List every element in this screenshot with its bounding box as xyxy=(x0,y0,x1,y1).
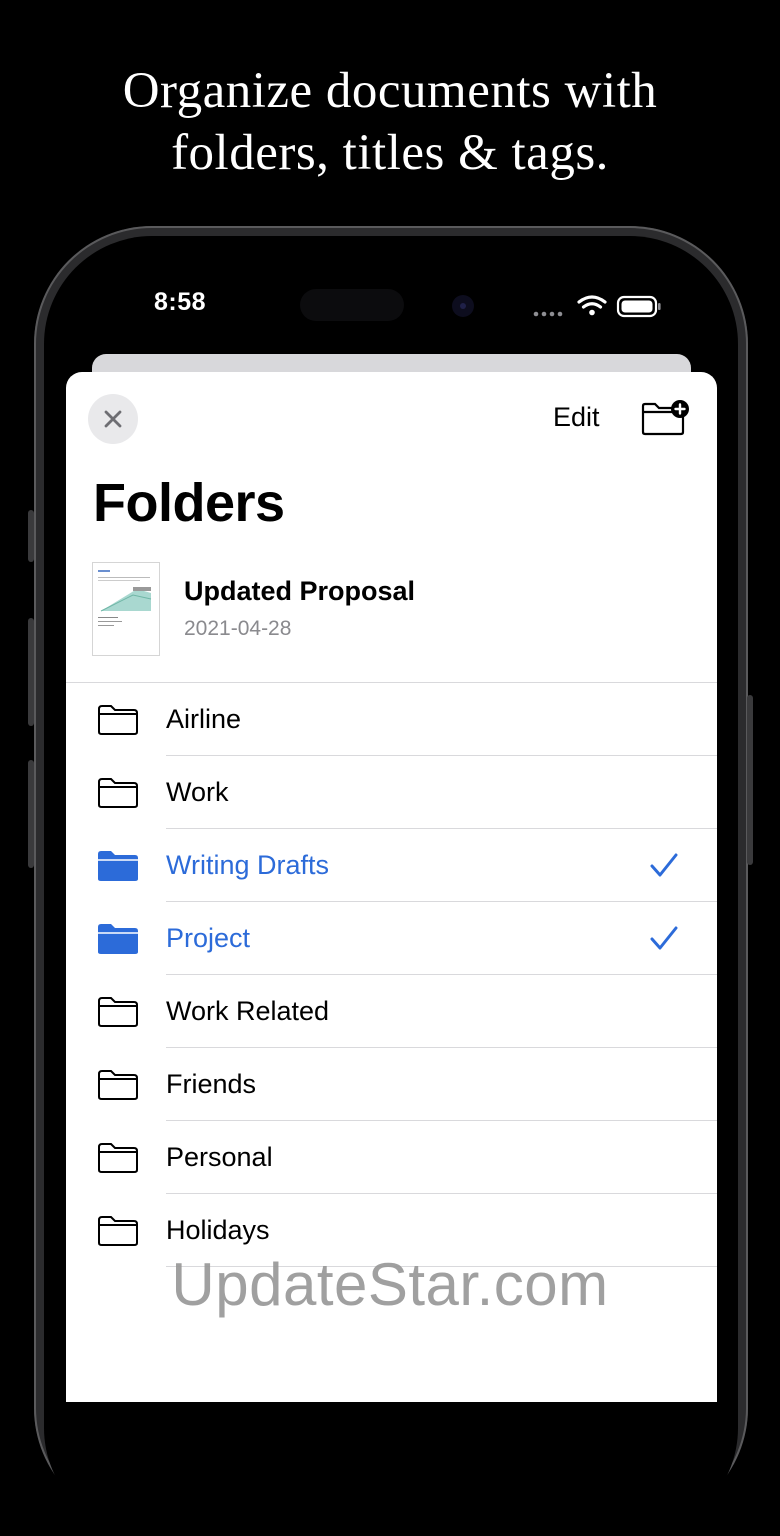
folder-label: Project xyxy=(166,923,251,953)
headline-line-1: Organize documents with xyxy=(122,63,658,119)
checkmark-icon xyxy=(650,853,678,877)
folder-label: Holidays xyxy=(166,1215,270,1245)
document-thumbnail[interactable] xyxy=(92,562,160,656)
camera-icon xyxy=(452,295,474,317)
folder-icon xyxy=(98,778,138,808)
folder-row[interactable]: Work xyxy=(66,756,717,829)
folder-label: Work xyxy=(166,777,229,807)
folder-icon xyxy=(98,997,138,1027)
folder-icon xyxy=(98,1070,138,1100)
checkmark-icon xyxy=(650,926,678,950)
folder-row[interactable]: Work Related xyxy=(66,975,717,1048)
headline-line-2: folders, titles & tags. xyxy=(171,125,609,181)
folder-row[interactable]: Project xyxy=(66,902,717,975)
folder-icon xyxy=(98,851,138,881)
document-preview-icon xyxy=(98,570,152,626)
status-time: 8:58 xyxy=(154,288,207,316)
signal-icon xyxy=(533,311,563,317)
watermark: UpdateStar.com xyxy=(171,1251,609,1318)
folder-label: Work Related xyxy=(166,996,330,1026)
page-title: Folders xyxy=(93,473,285,533)
close-button[interactable] xyxy=(88,394,138,444)
folder-label: Writing Drafts xyxy=(166,850,330,880)
folder-row[interactable]: Personal xyxy=(66,1121,717,1194)
folder-row[interactable]: Friends xyxy=(66,1048,717,1121)
document-date: 2021-04-28 xyxy=(184,617,292,640)
folder-label: Airline xyxy=(166,704,242,734)
folder-icon xyxy=(98,705,138,735)
status-icons xyxy=(533,295,661,318)
folder-add-icon[interactable] xyxy=(640,398,692,438)
folder-row[interactable]: Airline xyxy=(66,683,717,756)
folder-label: Personal xyxy=(166,1142,273,1172)
folder-row[interactable]: Writing Drafts xyxy=(66,829,717,902)
dynamic-island xyxy=(300,289,404,321)
promo-headline: Organize documents with folders, titles … xyxy=(0,60,780,184)
folder-list: Airline Work Writing Drafts Project Work… xyxy=(66,683,717,1267)
wifi-icon xyxy=(577,295,607,309)
volume-down-button xyxy=(28,760,34,868)
power-button xyxy=(747,695,753,865)
edit-button[interactable]: Edit xyxy=(553,402,600,433)
folder-icon xyxy=(98,1216,138,1246)
folder-icon xyxy=(98,1143,138,1173)
folder-icon xyxy=(98,924,138,954)
folders-sheet: Edit Folders Updated Proposal 2021-04-28 xyxy=(66,372,717,1402)
mute-switch xyxy=(28,510,34,562)
folder-label: Friends xyxy=(166,1069,257,1099)
close-icon xyxy=(104,410,122,428)
battery-icon xyxy=(616,295,661,318)
volume-up-button xyxy=(28,618,34,726)
document-title[interactable]: Updated Proposal xyxy=(184,576,415,607)
